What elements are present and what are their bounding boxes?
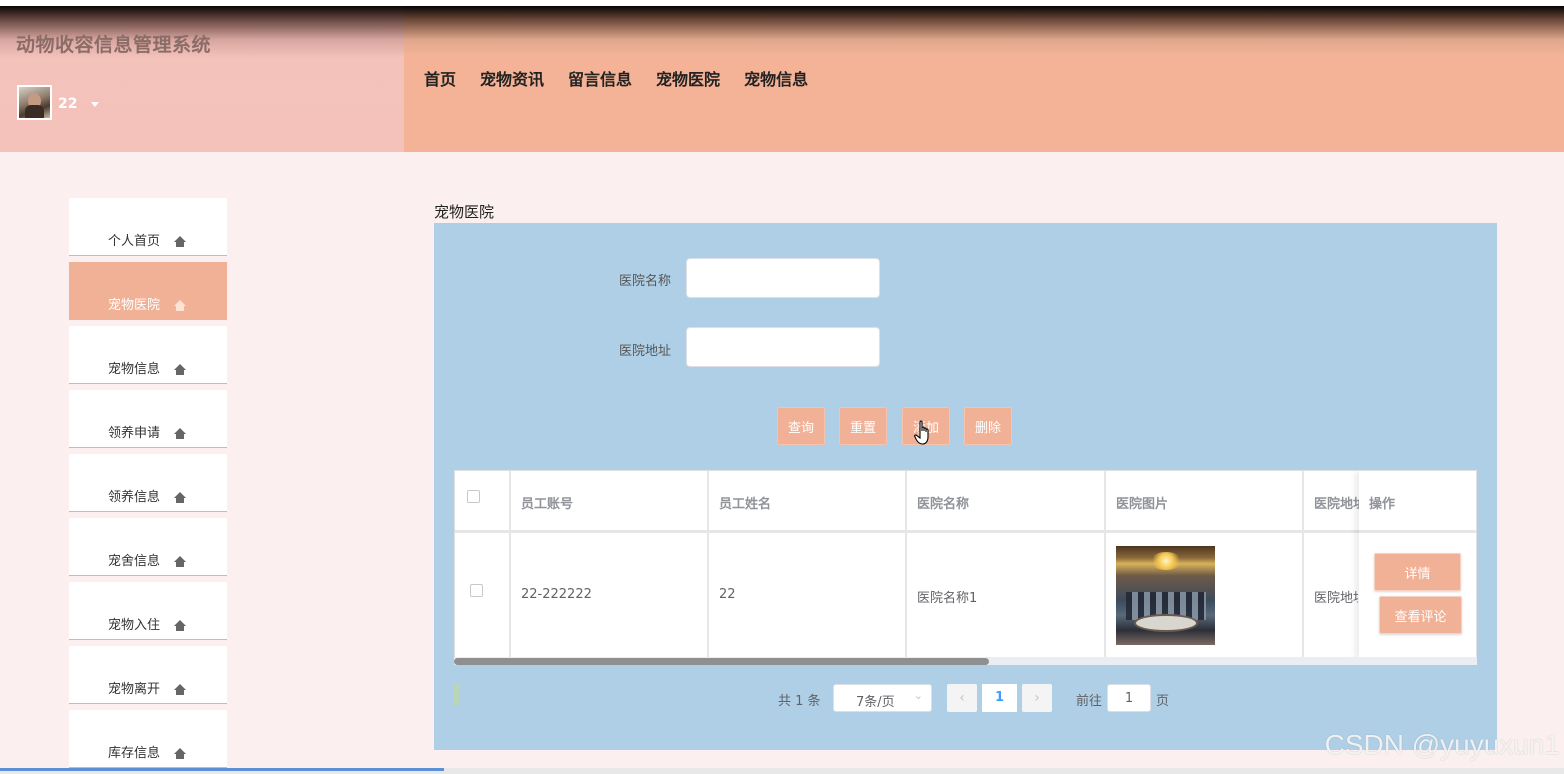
hospital-table: 员工账号 员工姓名 医院名称 医院图片 医院地址 22-222222 22 医院… [454,470,1477,658]
delete-button[interactable]: 删除 [964,407,1012,445]
avatar-body [25,105,44,118]
image-chandelier [1150,552,1182,570]
home-icon [174,620,186,631]
header-divider [1359,530,1476,533]
detail-button[interactable]: 详情 [1374,553,1461,591]
hospital-address-input[interactable] [686,327,880,367]
home-icon [174,364,186,375]
top-navigation: 首页 宠物资讯 留言信息 宠物医院 宠物信息 [424,66,808,90]
cell-staff-account: 22-222222 [521,587,592,602]
actions-column: 操作 详情 查看评论 [1359,471,1476,657]
nav-messages[interactable]: 留言信息 [568,66,632,90]
nav-pet-hospital[interactable]: 宠物医院 [656,66,720,90]
sidebar-item-pet-checkin[interactable]: 宠物入住 [69,582,227,640]
view-comments-button[interactable]: 查看评论 [1379,596,1462,634]
home-icon [174,428,186,439]
sidebar-item-label: 宠物医院 [108,298,161,313]
user-dropdown-caret-icon[interactable] [91,102,99,107]
column-header-staff-name[interactable]: 员工姓名 [719,493,771,512]
sidebar-item-label: 个人首页 [108,234,161,249]
sidebar-item-label: 库存信息 [108,746,161,761]
page-number-current[interactable]: 1 [982,684,1017,712]
bottom-bar-accent [0,768,444,771]
sidebar-item-inventory-info[interactable]: 库存信息 [69,710,227,768]
column-divider [1104,471,1106,657]
header-brand-area: 动物收容信息管理系统 22 [0,6,404,152]
column-divider [1302,471,1304,657]
hospital-image[interactable] [1116,546,1215,645]
pager-handle [454,684,459,706]
sidebar-item-personal-home[interactable]: 个人首页 [69,198,227,256]
home-icon [174,300,186,311]
column-header-hospital-name[interactable]: 医院名称 [917,493,969,512]
user-avatar[interactable] [17,85,52,120]
image-counter [1134,614,1198,632]
sidebar-item-label: 宠物离开 [108,682,161,697]
sidebar-item-label: 宠舍信息 [108,554,161,569]
sidebar-item-pet-info[interactable]: 宠物信息 [69,326,227,384]
home-icon [174,236,186,247]
sidebar-item-kennel-info[interactable]: 宠舍信息 [69,518,227,576]
page-size-value: 7条/页 [856,695,895,710]
goto-suffix: 页 [1156,694,1170,709]
cell-staff-name: 22 [719,587,736,602]
breadcrumb: 宠物医院 [434,203,495,221]
sidebar-item-pet-departure[interactable]: 宠物离开 [69,646,227,704]
pagination-total: 共 1 条 [778,694,821,709]
sidebar-item-pet-hospital[interactable]: 宠物医院 [69,262,227,320]
sidebar-item-label: 领养信息 [108,490,161,505]
column-header-staff-account[interactable]: 员工账号 [521,493,573,512]
header-divider [455,530,1476,533]
column-divider [509,471,511,657]
sidebar-item-label: 宠物入住 [108,618,161,633]
cell-hospital-name: 医院名称1 [917,591,978,606]
home-icon [174,556,186,567]
select-all-checkbox[interactable] [467,490,480,503]
nav-pet-news[interactable]: 宠物资讯 [480,66,544,90]
hand-pointer-cursor-icon [914,420,929,445]
column-divider [905,471,907,657]
column-divider [707,471,709,657]
username[interactable]: 22 [58,96,77,112]
chevron-left-icon: ‹ [959,690,965,706]
app-title: 动物收容信息管理系统 [16,34,212,56]
goto-page-input[interactable] [1107,684,1151,712]
nav-home[interactable]: 首页 [424,66,456,90]
sidebar-item-label: 领养申请 [108,426,161,441]
sidebar-item-adoption-info[interactable]: 领养信息 [69,454,227,512]
column-header-hospital-image[interactable]: 医院图片 [1116,493,1168,512]
chevron-down-icon: ⌄ [913,689,923,702]
query-button[interactable]: 查询 [777,407,825,445]
column-header-actions: 操作 [1369,497,1396,512]
home-icon [174,684,186,695]
sidebar-item-adoption-application[interactable]: 领养申请 [69,390,227,448]
home-icon [174,492,186,503]
cell-hospital-address: 医院地址1 [1314,591,1358,606]
home-icon [174,748,186,759]
hospital-name-label: 医院名称 [619,274,672,289]
nav-pet-info[interactable]: 宠物信息 [744,66,808,90]
reset-button[interactable]: 重置 [839,407,887,445]
next-page-button[interactable]: › [1022,684,1052,712]
sidebar-item-label: 宠物信息 [108,362,161,377]
page-size-select[interactable]: 7条/页 ⌄ [833,684,932,712]
row-checkbox[interactable] [470,584,483,597]
hospital-address-label: 医院地址 [619,344,672,359]
goto-prefix: 前往 [1076,694,1103,709]
watermark: CSDN @yuyuxun1 [1324,729,1560,760]
sidebar: 个人首页 宠物医院 宠物信息 领养申请 领养信息 宠舍信息 宠物入住 宠物离开 … [69,198,227,774]
prev-page-button[interactable]: ‹ [947,684,977,712]
hospital-name-input[interactable] [686,258,880,298]
table-scrollbar-thumb[interactable] [454,658,989,665]
chevron-right-icon: › [1034,690,1040,706]
